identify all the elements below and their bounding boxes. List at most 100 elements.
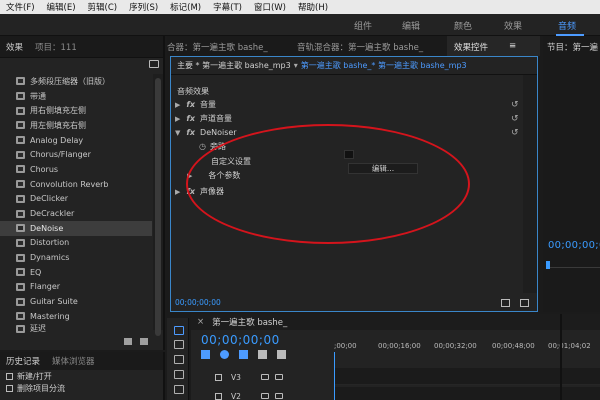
history-row[interactable]: 新建/打开 [0, 370, 163, 382]
workspace-editing[interactable]: 编辑 [402, 19, 420, 32]
program-timecode: 00;00;00;0 [548, 240, 600, 251]
new-bin-icon[interactable] [149, 60, 159, 68]
list-item[interactable]: EQ [0, 265, 152, 280]
effects-scrollbar[interactable] [153, 74, 163, 336]
slip-tool-icon[interactable] [174, 385, 184, 394]
list-item[interactable]: Chorus [0, 162, 152, 177]
menu-window[interactable]: 窗口(W) [248, 1, 292, 13]
clip-label[interactable]: 第一遍主歌 bashe_* 第一遍主歌 bashe_mp3 [301, 60, 467, 71]
tab-project[interactable]: 项目：111 [29, 41, 83, 53]
delete-icon[interactable] [140, 338, 148, 345]
close-icon[interactable]: × [197, 317, 204, 327]
list-item[interactable]: Dynamics [0, 250, 152, 265]
expand-arrow-icon[interactable]: ▶ [175, 115, 180, 123]
list-item[interactable]: DeClicker [0, 192, 152, 207]
menu-file[interactable]: 文件(F) [0, 1, 41, 13]
program-scrub-bar[interactable] [543, 258, 600, 272]
keyframe-area[interactable] [523, 75, 537, 293]
workspace-effects[interactable]: 效果 [504, 19, 522, 32]
ruler-tick-label: ;00;00 [334, 342, 357, 350]
tab-history[interactable]: 历史记录 [0, 355, 46, 367]
effect-volume[interactable]: ▶ fx 音量 ↺ [175, 98, 535, 111]
timeline-timecode[interactable]: 00;00;00;00 [201, 333, 280, 347]
list-item[interactable]: DeCrackler [0, 206, 152, 221]
selection-tool-icon[interactable] [174, 326, 184, 335]
list-item[interactable]: 延迟 [0, 324, 152, 334]
panel-menu-icon[interactable]: ≡ [509, 41, 516, 51]
reset-icon[interactable]: ↺ [511, 100, 521, 110]
reset-icon[interactable]: ↺ [511, 114, 521, 124]
workspace-color[interactable]: 颜色 [454, 19, 472, 32]
history-panel: 历史记录 媒体浏览器 新建/打开 删除项目分流 [0, 352, 165, 400]
effect-channel-volume[interactable]: ▶ fx 声道音量 ↺ [175, 112, 535, 125]
tab-sequence[interactable]: 第一遍主歌 bashe_ [212, 316, 287, 328]
history-panel-tabs: 历史记录 媒体浏览器 [0, 352, 163, 370]
list-item[interactable]: Analog Delay [0, 133, 152, 148]
workspace-audio[interactable]: 音频 [558, 19, 576, 32]
tab-track-mixer[interactable]: 音轨混合器：第一遍主歌 bashe_ [297, 41, 423, 53]
list-item[interactable]: 用右侧填充左侧 [0, 103, 152, 118]
timeline-playhead[interactable] [334, 352, 335, 400]
dropdown-arrow-icon[interactable]: ▾ [294, 61, 298, 70]
add-marker-icon[interactable] [258, 350, 267, 359]
list-item[interactable]: Mastering [0, 309, 152, 324]
tab-clip-mixer[interactable]: 合器：第一遍主歌 bashe_ [167, 41, 268, 53]
list-item-selected[interactable]: DeNoise [0, 220, 152, 236]
menu-marker[interactable]: 标记(M) [164, 1, 207, 13]
new-folder-icon[interactable] [124, 338, 132, 345]
list-item[interactable]: 多频段压缩器（旧版） [0, 74, 152, 89]
tab-media-browser[interactable]: 媒体浏览器 [46, 355, 101, 367]
scrollbar-thumb[interactable] [155, 78, 161, 336]
audio-effect-icon [16, 121, 25, 130]
workspace-assembly[interactable]: 组件 [354, 19, 372, 32]
list-item[interactable]: Guitar Suite [0, 294, 152, 309]
effect-list: 多频段压缩器（旧版） 带通 用右侧填充左侧 用左侧填充右侧 Analog Del… [0, 74, 152, 334]
menu-clip[interactable]: 剪辑(C) [82, 1, 124, 13]
section-audio-effects: 音频效果 [177, 87, 209, 96]
list-item[interactable]: Flanger [0, 280, 152, 295]
list-item[interactable]: 带通 [0, 89, 152, 104]
effects-panel: 效果 项目：111 多频段压缩器（旧版） 带通 用右侧填充左侧 用左侧填充右侧 … [0, 36, 165, 350]
track-select-tool-icon[interactable] [174, 340, 184, 349]
effect-controls-header: 主要 * 第一遍主歌 bashe_mp3 ▾ 第一遍主歌 bashe_* 第一遍… [171, 57, 537, 75]
fx-icon[interactable]: fx [186, 128, 195, 137]
sync-lock-icon[interactable] [261, 374, 269, 380]
timeline-tabs: × 第一遍主歌 bashe_ [191, 314, 600, 330]
tab-program[interactable]: 节目：第一遍 [547, 41, 598, 53]
fx-icon[interactable]: fx [186, 100, 195, 109]
stopwatch-icon[interactable]: ◷ [199, 142, 206, 151]
linked-selection-icon[interactable] [239, 350, 248, 359]
menu-title[interactable]: 字幕(T) [207, 1, 248, 13]
nest-toggle-icon[interactable] [201, 350, 210, 359]
export-icon[interactable] [520, 299, 529, 307]
fx-icon[interactable]: fx [186, 114, 195, 123]
list-item[interactable]: Convolution Reverb [0, 177, 152, 192]
tab-effects[interactable]: 效果 [0, 41, 29, 53]
ripple-edit-tool-icon[interactable] [174, 355, 184, 364]
filter-icon[interactable] [501, 299, 510, 307]
tab-effect-controls[interactable]: 效果控件 [454, 41, 488, 53]
snap-icon[interactable] [220, 350, 229, 359]
sync-lock-icon[interactable] [261, 393, 269, 399]
expand-arrow-icon[interactable]: ▶ [175, 188, 180, 196]
menu-help[interactable]: 帮助(H) [292, 1, 334, 13]
lock-icon[interactable] [215, 373, 222, 381]
history-row[interactable]: 删除项目分流 [0, 382, 163, 394]
collapse-arrow-icon[interactable]: ▼ [175, 129, 180, 137]
menu-sequence[interactable]: 序列(S) [123, 1, 164, 13]
playhead-icon[interactable] [546, 261, 550, 269]
expand-arrow-icon[interactable]: ▶ [175, 101, 180, 109]
eye-icon[interactable] [275, 374, 283, 380]
list-item[interactable]: Distortion [0, 236, 152, 251]
menu-edit[interactable]: 编辑(E) [41, 1, 82, 13]
razor-tool-icon[interactable] [174, 370, 184, 379]
timeline-panel: × 第一遍主歌 bashe_ 00;00;00;00 ;00;00 00;00;… [191, 314, 600, 400]
panel-divider[interactable] [560, 314, 562, 400]
list-item[interactable]: Chorus/Flanger [0, 147, 152, 162]
eye-icon[interactable] [275, 393, 283, 399]
list-item[interactable]: 用左侧填充右侧 [0, 118, 152, 133]
master-clip-label[interactable]: 主要 * 第一遍主歌 bashe_mp3 [177, 60, 291, 71]
settings-wrench-icon[interactable] [277, 350, 286, 359]
lock-icon[interactable] [215, 392, 222, 400]
reset-icon[interactable]: ↺ [511, 128, 521, 138]
